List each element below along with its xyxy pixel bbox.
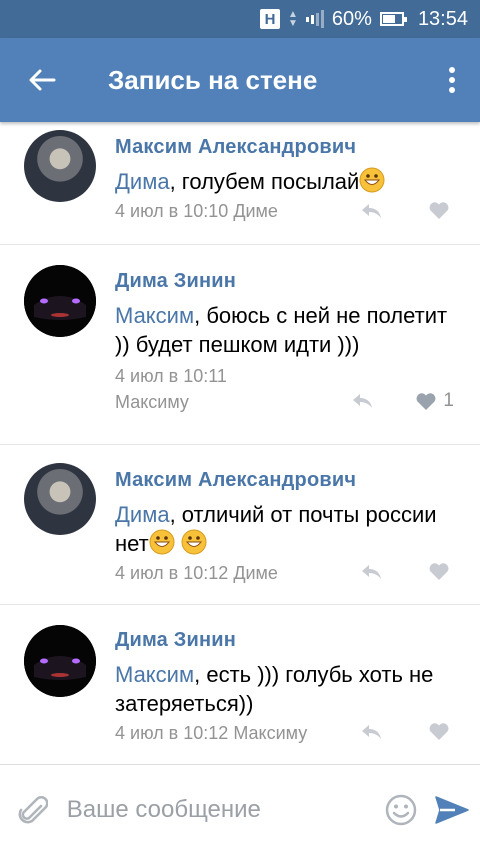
emoji-button[interactable] — [377, 794, 425, 826]
like-button[interactable] — [428, 201, 456, 220]
status-bar: H ▲ ▼ 60% 13:54 — [0, 0, 480, 38]
avatar[interactable] — [24, 625, 96, 697]
arrow-left-icon — [29, 69, 56, 91]
comment-date: 4 июл в 10:12 — [115, 723, 229, 743]
comment-item: Дима Зинин Максим, боюсь с ней не полети… — [0, 245, 480, 445]
grin-emoji-icon — [181, 529, 207, 555]
clock: 13:54 — [417, 7, 468, 30]
reply-icon[interactable] — [360, 563, 382, 581]
network-type-badge: H — [260, 9, 280, 29]
paperclip-icon — [18, 795, 49, 823]
comment-item: Максим Александрович Дима, отличий от по… — [0, 445, 480, 605]
grin-emoji-icon — [149, 529, 175, 555]
heart-icon — [416, 392, 436, 410]
avatar[interactable] — [24, 265, 96, 337]
comment-date: 4 июл в 10:12 — [115, 563, 229, 583]
app-bar: Запись на стене — [0, 38, 480, 122]
message-composer — [0, 764, 480, 854]
mention-link[interactable]: Максим — [115, 303, 194, 328]
comment-item: Максим Александрович Дима, голубем посыл… — [0, 122, 480, 245]
comment-text: Дима, отличий от почты россии нет — [115, 502, 437, 556]
more-menu-button[interactable] — [424, 38, 480, 122]
comment-author[interactable]: Максим Александрович — [115, 469, 460, 492]
data-activity-icon: ▲ ▼ — [288, 9, 298, 29]
reply-icon[interactable] — [360, 202, 382, 220]
reply-to: Максиму — [233, 723, 308, 743]
attach-button[interactable] — [0, 765, 67, 855]
reply-icon[interactable] — [351, 392, 373, 410]
comment-author[interactable]: Дима Зинин — [115, 629, 460, 652]
reply-to: Диме — [233, 563, 278, 583]
battery-percent: 60% — [331, 7, 372, 30]
heart-icon — [429, 202, 449, 219]
comment-item: Дима Зинин Максим, есть ))) голубь хоть … — [0, 605, 480, 764]
message-input[interactable] — [66, 795, 377, 824]
comment-date: 4 июл в 10:11 — [115, 366, 227, 386]
mention-link[interactable]: Дима — [115, 169, 170, 194]
back-button[interactable] — [0, 38, 84, 122]
comment-text: Максим, боюсь с ней не полетит )) будет … — [115, 303, 448, 357]
comment-date: 4 июл в 10:10 — [115, 201, 229, 221]
reply-to: Максиму — [115, 392, 189, 412]
send-icon — [435, 795, 469, 824]
more-vert-icon — [449, 67, 455, 93]
like-button[interactable] — [428, 562, 456, 581]
reply-icon[interactable] — [360, 723, 382, 741]
comment-author[interactable]: Дима Зинин — [115, 270, 460, 293]
comment-text: Максим, есть ))) голубь хоть не затеряет… — [115, 662, 434, 716]
smile-icon — [385, 794, 416, 825]
comment-list[interactable]: Максим Александрович Дима, голубем посыл… — [0, 122, 480, 764]
signal-icon — [305, 10, 324, 28]
grin-emoji-icon — [359, 167, 385, 193]
page-title: Запись на стене — [108, 64, 318, 95]
comment-author[interactable]: Максим Александрович — [115, 136, 460, 159]
comment-text: Дима, голубем посылай — [115, 167, 460, 196]
heart-icon — [429, 723, 449, 740]
send-button[interactable] — [424, 795, 480, 824]
mention-link[interactable]: Дима — [115, 502, 170, 527]
mention-link[interactable]: Максим — [115, 662, 194, 687]
like-count: 1 — [443, 390, 454, 411]
like-button[interactable] — [428, 722, 456, 741]
reply-to: Диме — [233, 201, 278, 221]
avatar[interactable] — [24, 463, 96, 535]
like-button[interactable]: 1 — [415, 390, 454, 412]
battery-icon — [379, 12, 407, 26]
avatar[interactable] — [24, 130, 96, 202]
heart-icon — [429, 563, 449, 580]
